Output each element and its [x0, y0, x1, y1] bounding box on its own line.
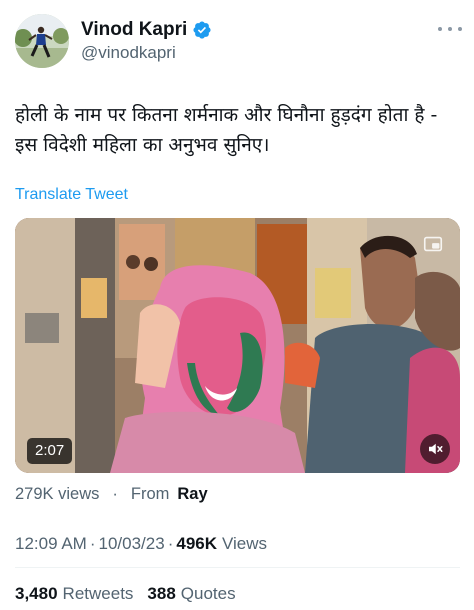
separator-dot: · [89, 534, 96, 553]
video-frame-image [15, 218, 460, 473]
tweet-date[interactable]: 10/03/23 [99, 534, 165, 554]
from-label: From [130, 485, 170, 503]
author-display-name[interactable]: Vinod Kapri [81, 19, 187, 41]
tweet-header: Vinod Kapri @vinodkapri [0, 0, 474, 80]
tweet-text-line: इस विदेशी महिला का अनुभव सुनिए। [15, 134, 270, 156]
author-handle[interactable]: @vinodkapri [81, 43, 176, 63]
more-dot [458, 27, 462, 31]
muted-speaker-icon[interactable] [420, 434, 450, 464]
verified-badge-icon [192, 20, 212, 40]
video-player[interactable]: 2:07 [15, 218, 460, 473]
quotes-count[interactable]: 388 [147, 584, 175, 604]
retweets-label[interactable]: Retweets [63, 584, 134, 604]
tweet-views-count: 496K [176, 534, 217, 553]
video-source-link[interactable]: Ray [177, 485, 207, 504]
avatar[interactable] [15, 14, 69, 68]
more-dot [448, 27, 452, 31]
tweet-time[interactable]: 12:09 AM [15, 534, 87, 554]
translate-tweet-link[interactable]: Translate Tweet [15, 186, 128, 204]
quotes-label[interactable]: Quotes [181, 584, 236, 604]
author-name-row[interactable]: Vinod Kapri [81, 19, 212, 41]
tweet-text: होली के नाम पर कितना शर्मनाक और घिनौना ह… [15, 100, 465, 160]
separator-dot: · [112, 485, 118, 503]
tweet-meta-row: 12:09 AM · 10/03/23 · 496K Views [15, 534, 267, 554]
video-duration-badge: 2:07 [27, 438, 73, 464]
engagement-stats-row: 3,480 Retweets 388 Quotes [15, 584, 236, 604]
tweet-views-label: Views [222, 534, 268, 553]
divider [15, 567, 460, 568]
profile-avatar-image [15, 14, 69, 68]
picture-in-picture-icon[interactable] [419, 230, 447, 258]
video-stats-row: 279K views · From Ray [15, 485, 208, 504]
separator-dot: · [167, 534, 174, 553]
tweet-text-line: होली के नाम पर कितना शर्मनाक और घिनौना ह… [15, 104, 438, 126]
more-dot [438, 27, 442, 31]
more-options-icon[interactable] [438, 22, 462, 36]
retweets-count[interactable]: 3,480 [15, 584, 58, 604]
video-views-count: 279K views [15, 485, 100, 503]
